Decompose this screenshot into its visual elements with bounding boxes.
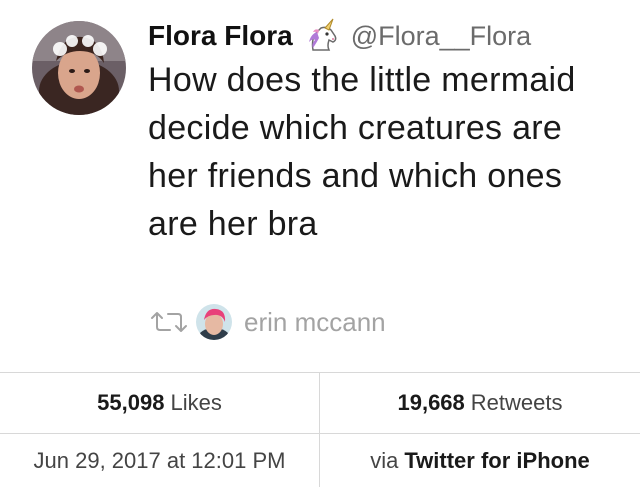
retweeted-by-row[interactable]: erin mccann	[148, 302, 386, 342]
tweet-timestamp: Jun 29, 2017 at 12:01 PM	[0, 434, 319, 487]
retweets-label: Retweets	[470, 390, 563, 415]
retweet-icon	[148, 310, 190, 334]
author-handle[interactable]: @Flora__Flora	[351, 21, 531, 52]
tweet-source: via Twitter for iPhone	[320, 434, 640, 487]
likes-label: Likes	[170, 390, 222, 415]
unicorn-icon	[305, 18, 341, 54]
retweets-count: 19,668	[397, 390, 465, 415]
retweeter-name[interactable]: erin mccann	[244, 307, 386, 338]
author-avatar[interactable]	[32, 21, 126, 115]
retweeter-avatar[interactable]	[196, 304, 232, 340]
tweet-text: How does the little mermaid decide which…	[148, 61, 576, 243]
source-link[interactable]: Twitter for iPhone	[404, 448, 589, 474]
via-prefix: via	[370, 447, 399, 473]
author-header: Flora Flora @Flora__Flora	[148, 16, 531, 56]
retweets-stat[interactable]: 19,668 Retweets	[320, 373, 640, 433]
author-display-name[interactable]: Flora Flora	[148, 20, 293, 52]
author-avatar-image	[32, 21, 126, 115]
likes-count: 55,098	[97, 390, 165, 415]
likes-stat[interactable]: 55,098 Likes	[0, 373, 319, 433]
timestamp-text: Jun 29, 2017 at 12:01 PM	[33, 447, 286, 473]
